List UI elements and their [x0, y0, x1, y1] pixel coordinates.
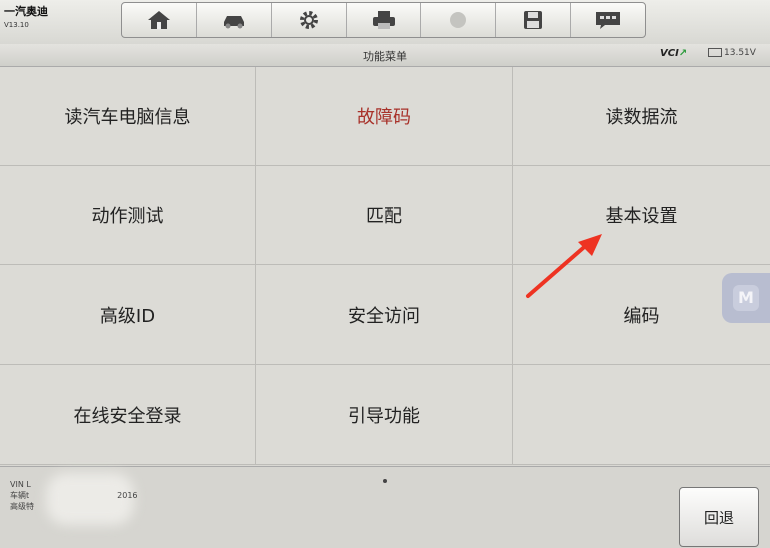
title-bar: 功能菜单 VCI↗ 13.51V — [0, 44, 770, 67]
vin-line: VIN L — [10, 480, 31, 489]
vehicle-line: 车辆t 2016 — [10, 490, 138, 501]
menu-item-adaptation[interactable]: 匹配 — [256, 166, 513, 265]
print-button[interactable] — [347, 3, 422, 37]
battery-icon — [708, 48, 722, 57]
advanced-line: 高级特 — [10, 502, 34, 511]
floating-m-button[interactable]: M — [722, 273, 770, 323]
battery-status: 13.51V — [708, 48, 756, 58]
vehicle-line-label: 车辆t — [10, 491, 30, 500]
top-bar: 一汽奥迪 V13.10 — [0, 0, 770, 45]
back-button[interactable]: 回退 — [679, 487, 759, 547]
menu-item-guided-functions[interactable]: 引导功能 — [256, 365, 513, 465]
help-icon — [450, 12, 467, 28]
menu-item-online-secure-login[interactable]: 在线安全登录 — [0, 365, 256, 465]
settings-button[interactable] — [272, 3, 347, 37]
car-icon — [223, 16, 244, 29]
vehicle-year: 2016 — [117, 491, 138, 500]
message-icon — [596, 12, 621, 29]
menu-item-fault-codes[interactable]: 故障码 — [256, 67, 513, 166]
help-button[interactable] — [421, 3, 497, 37]
vci-label: VCI — [660, 48, 679, 59]
car-button[interactable] — [197, 3, 272, 37]
side-button-label: M — [733, 285, 759, 311]
message-button[interactable] — [571, 3, 645, 37]
brand-block: 一汽奥迪 V13.10 — [4, 3, 48, 29]
page-title: 功能菜单 — [363, 50, 407, 63]
battery-voltage: 13.51V — [724, 48, 756, 58]
menu-item-read-ecu-info[interactable]: 读汽车电脑信息 — [0, 67, 256, 166]
save-icon — [524, 11, 543, 29]
home-icon — [147, 11, 170, 29]
gear-icon — [299, 11, 318, 29]
annotation-arrow-icon — [526, 234, 602, 298]
brand-name: 一汽奥迪 — [4, 5, 48, 18]
vci-status: VCI↗ — [660, 48, 688, 59]
software-version: V13.10 — [4, 21, 29, 29]
menu-item-security-access[interactable]: 安全访问 — [256, 265, 513, 365]
function-menu-grid: 读汽车电脑信息 故障码 读数据流 动作测试 匹配 基本设置 高级ID 安全访问 … — [0, 67, 770, 465]
footer-bar: VIN L 车辆t 2016 高级特 回退 — [0, 466, 770, 548]
printer-icon — [372, 11, 395, 29]
menu-item-advanced-id[interactable]: 高级ID — [0, 265, 256, 365]
page-indicator — [383, 479, 387, 483]
vehicle-info: VIN L 车辆t 2016 高级特 — [10, 479, 138, 512]
save-button[interactable] — [496, 3, 572, 37]
menu-item-data-stream[interactable]: 读数据流 — [513, 67, 770, 166]
toolbar — [121, 2, 646, 38]
menu-item-empty — [513, 365, 770, 465]
home-button[interactable] — [122, 3, 197, 37]
menu-item-actuation-test[interactable]: 动作测试 — [0, 166, 256, 265]
